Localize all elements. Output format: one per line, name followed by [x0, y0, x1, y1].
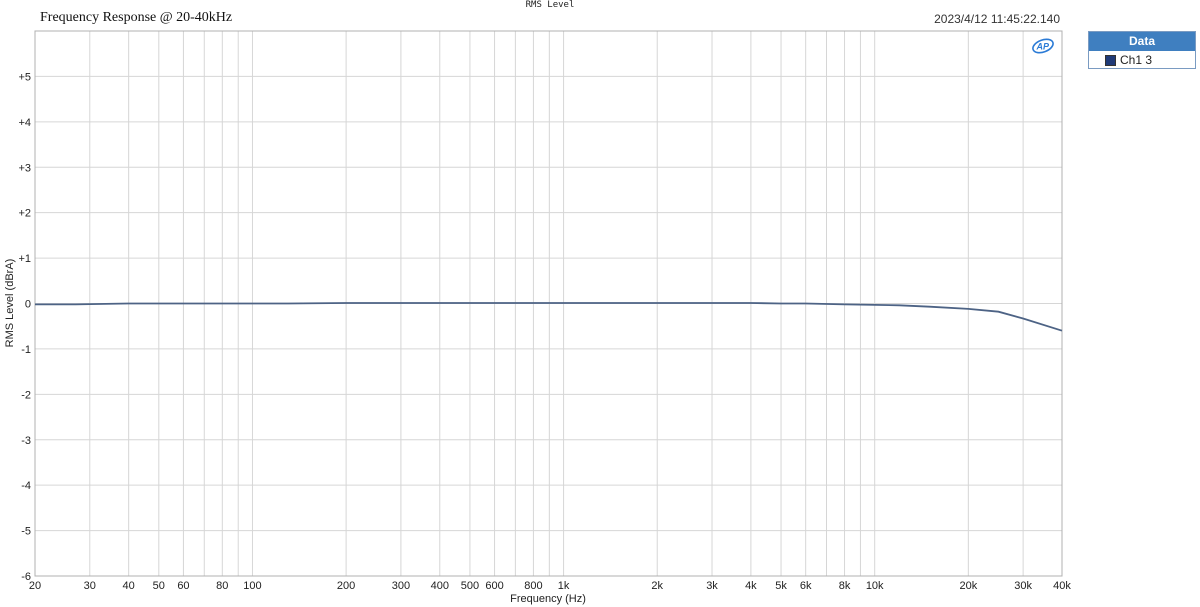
legend-header: Data	[1089, 32, 1195, 51]
x-tick-label: 2k	[651, 580, 663, 592]
legend: Data Ch1 3	[1088, 31, 1196, 69]
x-tick-label: 40	[123, 580, 135, 592]
y-tick-label: -6	[21, 571, 31, 583]
y-tick-label: +4	[18, 117, 31, 129]
y-tick-label: -4	[21, 480, 31, 492]
x-tick-label: 3k	[706, 580, 718, 592]
x-tick-label: 5k	[775, 580, 787, 592]
y-tick-labels: +5 +4 +3 +2 +1 0 -1 -2 -3 -4 -5 -6	[18, 71, 31, 583]
svg-text:AP: AP	[1036, 42, 1050, 52]
y-tick-label: +5	[18, 71, 31, 83]
legend-item[interactable]: Ch1 3	[1089, 51, 1195, 69]
x-tick-label: 60	[177, 580, 189, 592]
x-tick-label: 600	[485, 580, 503, 592]
y-tick-label: -2	[21, 389, 31, 401]
y-tick-label: -5	[21, 526, 31, 538]
x-tick-label: 50	[153, 580, 165, 592]
y-tick-label: -3	[21, 435, 31, 447]
x-axis-label: Frequency (Hz)	[510, 593, 586, 605]
series-layer	[35, 302, 1063, 332]
x-tick-label: 1k	[558, 580, 570, 592]
legend-swatch	[1105, 54, 1116, 66]
x-tick-label: 80	[216, 580, 228, 592]
frequency-response-chart: 20 30 40 50 60 80 100 200 300 400 500 600 800 1k 2k 3k 4…	[4, 30, 1071, 605]
x-tick-label: 4k	[745, 580, 757, 592]
y-axis-label: RMS Level (dBrA)	[4, 259, 16, 348]
x-tick-label: 30	[84, 580, 96, 592]
y-tick-label: +1	[18, 253, 31, 265]
y-tick-label: +3	[18, 162, 31, 174]
x-tick-labels: 20 30 40 50 60 80 100 200 300 400 500 600 800 1k 2k 3k 4…	[29, 580, 1071, 592]
x-tick-label: 300	[392, 580, 410, 592]
x-tick-label: 10k	[866, 580, 884, 592]
x-tick-label: 8k	[839, 580, 851, 592]
series-line-ch1	[35, 302, 1063, 332]
y-tick-label: +2	[18, 208, 31, 220]
x-tick-label: 6k	[800, 580, 812, 592]
x-tick-label: 500	[461, 580, 479, 592]
x-tick-label: 100	[243, 580, 261, 592]
x-tick-label: 800	[524, 580, 542, 592]
legend-item-label: Ch1 3	[1120, 53, 1153, 67]
x-tick-label: 400	[431, 580, 449, 592]
y-tick-label: -1	[21, 344, 31, 356]
y-tick-label: 0	[25, 299, 31, 311]
x-tick-label: 40k	[1053, 580, 1071, 592]
x-tick-label: 20k	[959, 580, 977, 592]
ap-logo-icon: AP	[1032, 38, 1054, 54]
x-tick-label: 200	[337, 580, 355, 592]
x-tick-label: 30k	[1014, 580, 1032, 592]
